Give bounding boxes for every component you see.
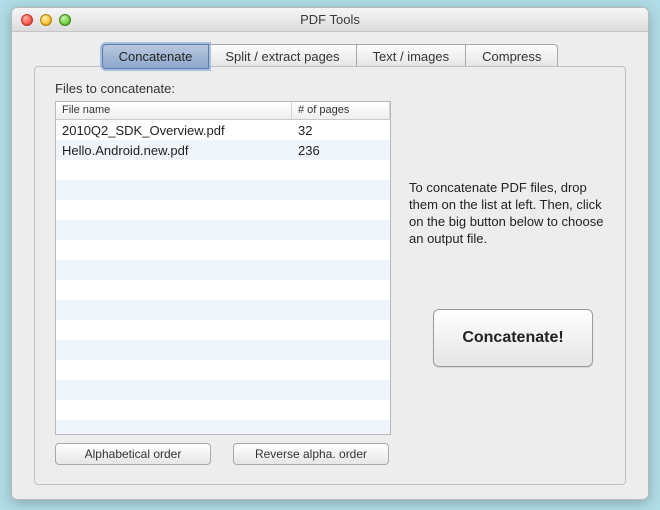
alphabetical-order-button[interactable]: Alphabetical order	[55, 443, 211, 465]
titlebar: PDF Tools	[12, 8, 648, 32]
table-row-empty	[56, 180, 390, 200]
zoom-icon[interactable]	[59, 14, 71, 26]
reverse-alpha-order-button[interactable]: Reverse alpha. order	[233, 443, 389, 465]
table-row[interactable]: Hello.Android.new.pdf236	[56, 140, 390, 160]
table-row-empty	[56, 280, 390, 300]
table-row-empty	[56, 300, 390, 320]
concatenate-button[interactable]: Concatenate!	[433, 309, 593, 367]
file-pages-cell: 236	[292, 143, 390, 158]
minimize-icon[interactable]	[40, 14, 52, 26]
table-header: File name # of pages	[56, 102, 390, 120]
table-row-empty	[56, 260, 390, 280]
window-title: PDF Tools	[12, 12, 648, 27]
table-row-empty	[56, 200, 390, 220]
table-row-empty	[56, 220, 390, 240]
tab-concatenate[interactable]: Concatenate	[102, 44, 210, 69]
file-pages-cell: 32	[292, 123, 390, 138]
table-row-empty	[56, 380, 390, 400]
table-row-empty	[56, 340, 390, 360]
table-row[interactable]: 2010Q2_SDK_Overview.pdf32	[56, 120, 390, 140]
files-table[interactable]: File name # of pages 2010Q2_SDK_Overview…	[55, 101, 391, 435]
instructions-text: To concatenate PDF files, drop them on t…	[409, 179, 619, 247]
column-header-pages[interactable]: # of pages	[292, 102, 390, 119]
column-header-name[interactable]: File name	[56, 102, 292, 119]
app-window: PDF Tools ConcatenateSplit / extract pag…	[11, 7, 649, 500]
content-frame: Files to concatenate: File name # of pag…	[34, 66, 626, 485]
files-label: Files to concatenate:	[55, 81, 175, 96]
close-icon[interactable]	[21, 14, 33, 26]
sort-buttons: Alphabetical order Reverse alpha. order	[55, 443, 389, 465]
table-row-empty	[56, 420, 390, 435]
file-name-cell: 2010Q2_SDK_Overview.pdf	[56, 123, 292, 138]
table-row-empty	[56, 160, 390, 180]
table-row-empty	[56, 360, 390, 380]
file-name-cell: Hello.Android.new.pdf	[56, 143, 292, 158]
traffic-lights	[12, 14, 71, 26]
table-row-empty	[56, 320, 390, 340]
table-body: 2010Q2_SDK_Overview.pdf32Hello.Android.n…	[56, 120, 390, 435]
table-row-empty	[56, 400, 390, 420]
table-row-empty	[56, 240, 390, 260]
